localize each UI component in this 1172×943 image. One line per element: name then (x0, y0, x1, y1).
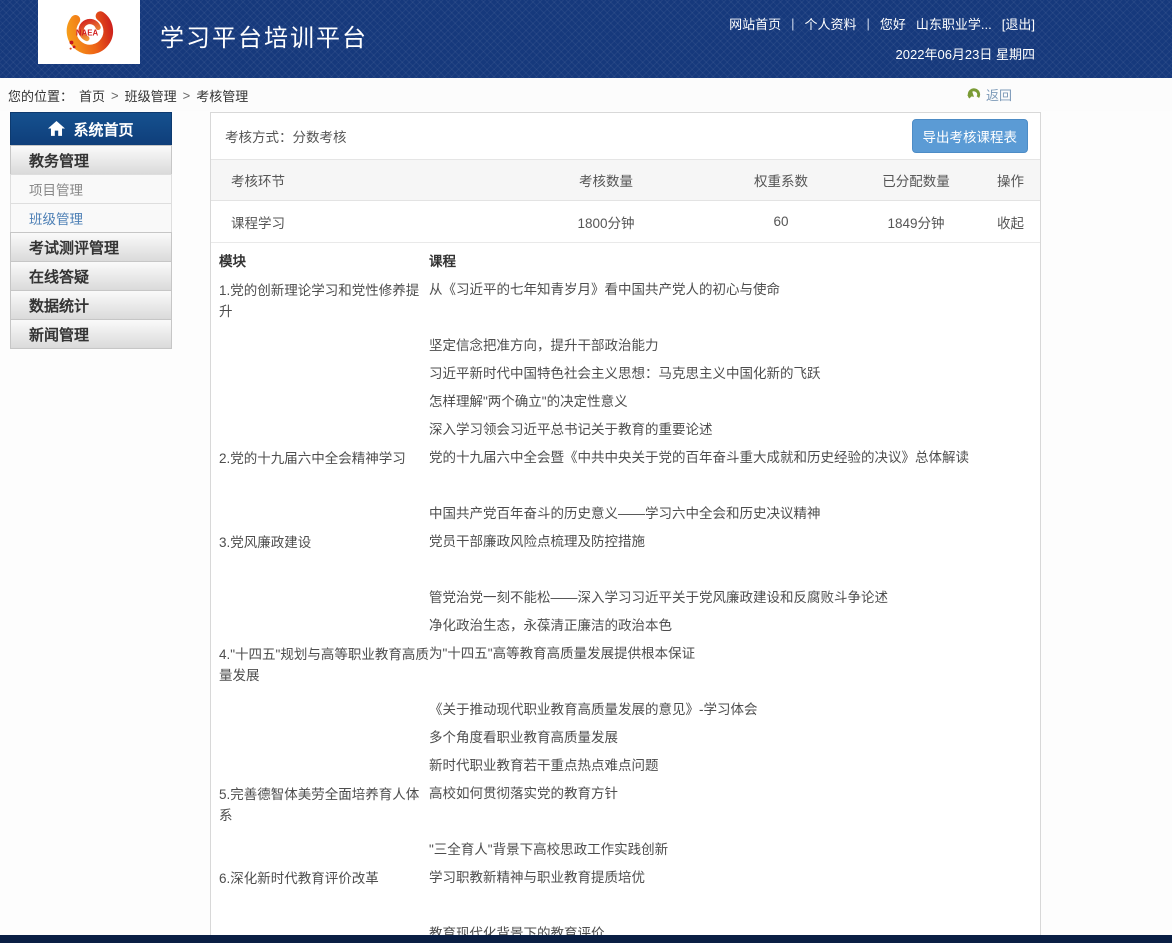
sidebar: 系统首页 教务管理项目管理班级管理考试测评管理在线答疑数据统计新闻管理 (10, 112, 172, 349)
logo: NAEA (38, 0, 140, 64)
course-title: 为"十四五"高等教育高质量发展提供根本保证 (429, 640, 1040, 696)
module-name: 1.党的创新理论学习和党性修养提升 (211, 276, 429, 444)
module-row: 6.深化新时代教育评价改革学习职教新精神与职业教育提质培优教育现代化背景下的教育… (211, 864, 1040, 943)
collapse-link[interactable]: 收起 (997, 216, 1024, 231)
course-col-header: 课程 (429, 248, 456, 276)
page: NAEA 学习平台培训平台 网站首页 | 个人资料 | 您好 山东职业学... [退出]… (0, 0, 1172, 943)
course-title: 从《习近平的七年知青岁月》看中国共产党人的初心与使命 (429, 276, 1040, 332)
row-name: 课程学习 (211, 212, 501, 232)
table-header-row: 考核环节 考核数量 权重系数 已分配数量 操作 (211, 160, 1040, 201)
course-title: 多个角度看职业教育高质量发展 (429, 724, 1040, 752)
module-name: 6.深化新时代教育评价改革 (211, 864, 429, 943)
back-button[interactable]: 返回 (966, 85, 1012, 104)
module-header-row: 模块 课程 (211, 248, 1040, 276)
sidebar-home-label: 系统首页 (73, 119, 133, 140)
module-name: 3.党风廉政建设 (211, 528, 429, 640)
course-title: 深入学习领会习近平总书记关于教育的重要论述 (429, 416, 1040, 444)
main-panel: 考核方式：分数考核 导出考核课程表 考核环节 考核数量 权重系数 已分配数量 操… (210, 112, 1041, 943)
assessment-mode-label: 考核方式： (225, 130, 293, 145)
module-name: 4."十四五"规划与高等职业教育高质量发展 (211, 640, 429, 780)
assessment-topbar: 考核方式：分数考核 导出考核课程表 (211, 113, 1040, 160)
username-text: 山东职业学... (916, 14, 992, 33)
nav-link-site-home[interactable]: 网站首页 (729, 14, 781, 33)
module-courses: 高校如何贯彻落实党的教育方针"三全育人"背景下高校思政工作实践创新 (429, 780, 1040, 864)
course-title: 新时代职业教育若干重点热点难点问题 (429, 752, 1040, 780)
module-row: 1.党的创新理论学习和党性修养提升从《习近平的七年知青岁月》看中国共产党人的初心… (211, 276, 1040, 444)
course-title: 党的十九届六中全会暨《中共中央关于党的百年奋斗重大成就和历史经验的决议》总体解读 (429, 444, 1040, 500)
col-header-assessment-item: 考核环节 (211, 170, 501, 190)
module-row: 2.党的十九届六中全会精神学习党的十九届六中全会暨《中共中央关于党的百年奋斗重大… (211, 444, 1040, 528)
top-header: NAEA 学习平台培训平台 网站首页 | 个人资料 | 您好 山东职业学... [退出]… (0, 0, 1172, 78)
current-date: 2022年06月23日 星期四 (729, 44, 1035, 63)
module-col-header: 模块 (211, 248, 429, 276)
breadcrumb-separator: > (111, 88, 119, 103)
col-header-weight: 权重系数 (711, 170, 851, 190)
assessment-mode: 考核方式：分数考核 (225, 126, 347, 146)
col-header-quantity: 考核数量 (501, 170, 711, 190)
module-courses: 党的十九届六中全会暨《中共中央关于党的百年奋斗重大成就和历史经验的决议》总体解读… (429, 444, 1040, 528)
logout-link[interactable]: [退出] (1002, 14, 1035, 33)
module-section: 模块 课程 1.党的创新理论学习和党性修养提升从《习近平的七年知青岁月》看中国共… (211, 243, 1040, 943)
row-allocated: 1849分钟 (851, 212, 981, 232)
course-title: 净化政治生态，永葆清正廉洁的政治本色 (429, 612, 1040, 640)
sidebar-item-system-home[interactable]: 系统首页 (10, 112, 172, 146)
nav-separator: | (867, 16, 870, 31)
phoenix-logo-icon: NAEA (61, 4, 117, 60)
back-arrow-icon (966, 87, 981, 102)
back-label: 返回 (986, 85, 1012, 104)
bottom-navy-bar (0, 935, 1172, 943)
breadcrumb: 您的位置： 首页 > 班级管理 > 考核管理 (8, 86, 248, 105)
header-nav: 网站首页 | 个人资料 | 您好 山东职业学... [退出] (729, 14, 1035, 33)
sidebar-item-class-management[interactable]: 班级管理 (10, 203, 172, 233)
row-weight: 60 (711, 214, 851, 229)
export-schedule-button[interactable]: 导出考核课程表 (912, 119, 1029, 153)
table-row-course-study: 课程学习 1800分钟 60 1849分钟 收起 (211, 201, 1040, 243)
sidebar-item-news-management[interactable]: 新闻管理 (10, 319, 172, 349)
sidebar-item-exam-evaluation[interactable]: 考试测评管理 (10, 232, 172, 262)
course-title: 高校如何贯彻落实党的教育方针 (429, 780, 1040, 836)
module-courses: 党员干部廉政风险点梳理及防控措施管党治党一刻不能松——深入学习习近平关于党风廉政… (429, 528, 1040, 640)
course-title: 坚定信念把准方向，提升干部政治能力 (429, 332, 1040, 360)
row-quantity: 1800分钟 (501, 212, 711, 232)
col-header-allocated: 已分配数量 (851, 170, 981, 190)
course-title: 管党治党一刻不能松——深入学习习近平关于党风廉政建设和反腐败斗争论述 (429, 584, 1040, 612)
sidebar-item-project-management[interactable]: 项目管理 (10, 174, 172, 204)
course-title: 学习职教新精神与职业教育提质培优 (429, 864, 1040, 920)
module-name: 2.党的十九届六中全会精神学习 (211, 444, 429, 528)
course-title: 《关于推动现代职业教育高质量发展的意见》-学习体会 (429, 696, 1040, 724)
breadcrumb-separator: > (183, 88, 191, 103)
breadcrumb-prefix: 您的位置： (8, 86, 73, 105)
nav-separator: | (791, 16, 794, 31)
course-title: "三全育人"背景下高校思政工作实践创新 (429, 836, 1040, 864)
module-row: 5.完善德智体美劳全面培养育人体系高校如何贯彻落实党的教育方针"三全育人"背景下… (211, 780, 1040, 864)
col-header-action: 操作 (981, 170, 1040, 190)
assessment-mode-value: 分数考核 (293, 130, 347, 145)
sidebar-item-academic-affairs[interactable]: 教务管理 (10, 145, 172, 175)
module-courses: 从《习近平的七年知青岁月》看中国共产党人的初心与使命坚定信念把准方向，提升干部政… (429, 276, 1040, 444)
course-title: 中国共产党百年奋斗的历史意义——学习六中全会和历史决议精神 (429, 500, 1040, 528)
svg-text:NAEA: NAEA (76, 29, 99, 38)
module-row: 4."十四五"规划与高等职业教育高质量发展为"十四五"高等教育高质量发展提供根本… (211, 640, 1040, 780)
sidebar-item-data-statistics[interactable]: 数据统计 (10, 290, 172, 320)
greeting-text: 您好 (880, 14, 906, 33)
nav-link-personal-profile[interactable]: 个人资料 (805, 14, 857, 33)
breadcrumb-link-class-management[interactable]: 班级管理 (125, 86, 177, 105)
course-title: 党员干部廉政风险点梳理及防控措施 (429, 528, 1040, 584)
module-courses: 为"十四五"高等教育高质量发展提供根本保证《关于推动现代职业教育高质量发展的意见… (429, 640, 1040, 780)
home-icon (48, 121, 65, 137)
page-title: 学习平台培训平台 (160, 18, 368, 53)
course-title: 习近平新时代中国特色社会主义思想：马克思主义中国化新的飞跃 (429, 360, 1040, 388)
breadcrumb-bar: 您的位置： 首页 > 班级管理 > 考核管理 返回 (0, 78, 1172, 111)
breadcrumb-link-home[interactable]: 首页 (79, 86, 105, 105)
module-name: 5.完善德智体美劳全面培养育人体系 (211, 780, 429, 864)
breadcrumb-link-assessment-management[interactable]: 考核管理 (196, 86, 248, 105)
course-title: 怎样理解"两个确立"的决定性意义 (429, 388, 1040, 416)
module-courses: 学习职教新精神与职业教育提质培优教育现代化背景下的教育评价 (429, 864, 1040, 943)
module-row: 3.党风廉政建设党员干部廉政风险点梳理及防控措施管党治党一刻不能松——深入学习习… (211, 528, 1040, 640)
sidebar-item-online-qa[interactable]: 在线答疑 (10, 261, 172, 291)
